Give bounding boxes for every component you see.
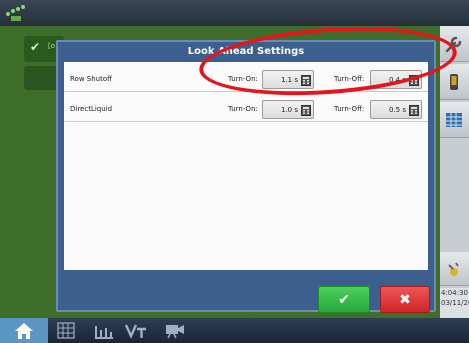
turn-on-label: Turn-On:: [228, 105, 258, 113]
background-item-label: [o: [48, 42, 56, 50]
clock-readout: 4:04:30 PM 03/11/201: [440, 288, 469, 318]
ok-button[interactable]: ✔: [318, 286, 370, 313]
calculator-icon: [409, 105, 419, 116]
turn-on-value: 1.0 s: [280, 106, 298, 114]
settings-list: Row Shutoff Turn-On: 1.1 s Turn-Off: 0.4…: [64, 62, 428, 270]
grid-icon: [57, 322, 75, 339]
turn-off-value: 0.5 s: [388, 106, 406, 114]
row-name: DirectLiquid: [70, 105, 113, 113]
vt-nav-button[interactable]: [122, 318, 152, 343]
calculator-icon: [301, 105, 311, 116]
bottom-nav: [0, 318, 469, 343]
settings-row-directliquid: DirectLiquid Turn-On: 1.0 s Turn-Off: 0.…: [64, 96, 428, 122]
home-button[interactable]: [0, 318, 48, 343]
turn-off-field[interactable]: 0.5 s: [370, 100, 422, 119]
app-logo-icon: [6, 5, 25, 21]
phone-icon: [450, 74, 458, 90]
cancel-button[interactable]: ✖: [380, 286, 430, 313]
camera-nav-button[interactable]: [160, 318, 190, 343]
vt-icon: [124, 324, 146, 339]
right-sidebar: [440, 26, 469, 318]
top-bar: [0, 0, 469, 26]
check-icon: ✔: [30, 40, 41, 54]
clock-time: 4:04:30 PM: [441, 289, 469, 297]
grid-nav-button[interactable]: [52, 318, 82, 343]
grid-icon: [446, 113, 462, 127]
turn-off-label: Turn-Off:: [334, 105, 365, 113]
chart-nav-button[interactable]: [90, 318, 120, 343]
chart-icon: [95, 326, 113, 339]
clock-date: 03/11/201: [441, 299, 469, 307]
grid-button[interactable]: [440, 102, 469, 138]
turn-on-field[interactable]: 1.0 s: [262, 100, 314, 119]
checkmark-icon: ✔: [338, 292, 350, 308]
camera-icon: [166, 325, 184, 339]
phone-button[interactable]: [440, 64, 469, 100]
close-icon: ✖: [399, 292, 411, 308]
home-icon: [15, 323, 33, 339]
satellite-button[interactable]: [440, 252, 469, 286]
satellite-icon: [448, 262, 459, 276]
row-name: Row Shutoff: [70, 75, 112, 83]
